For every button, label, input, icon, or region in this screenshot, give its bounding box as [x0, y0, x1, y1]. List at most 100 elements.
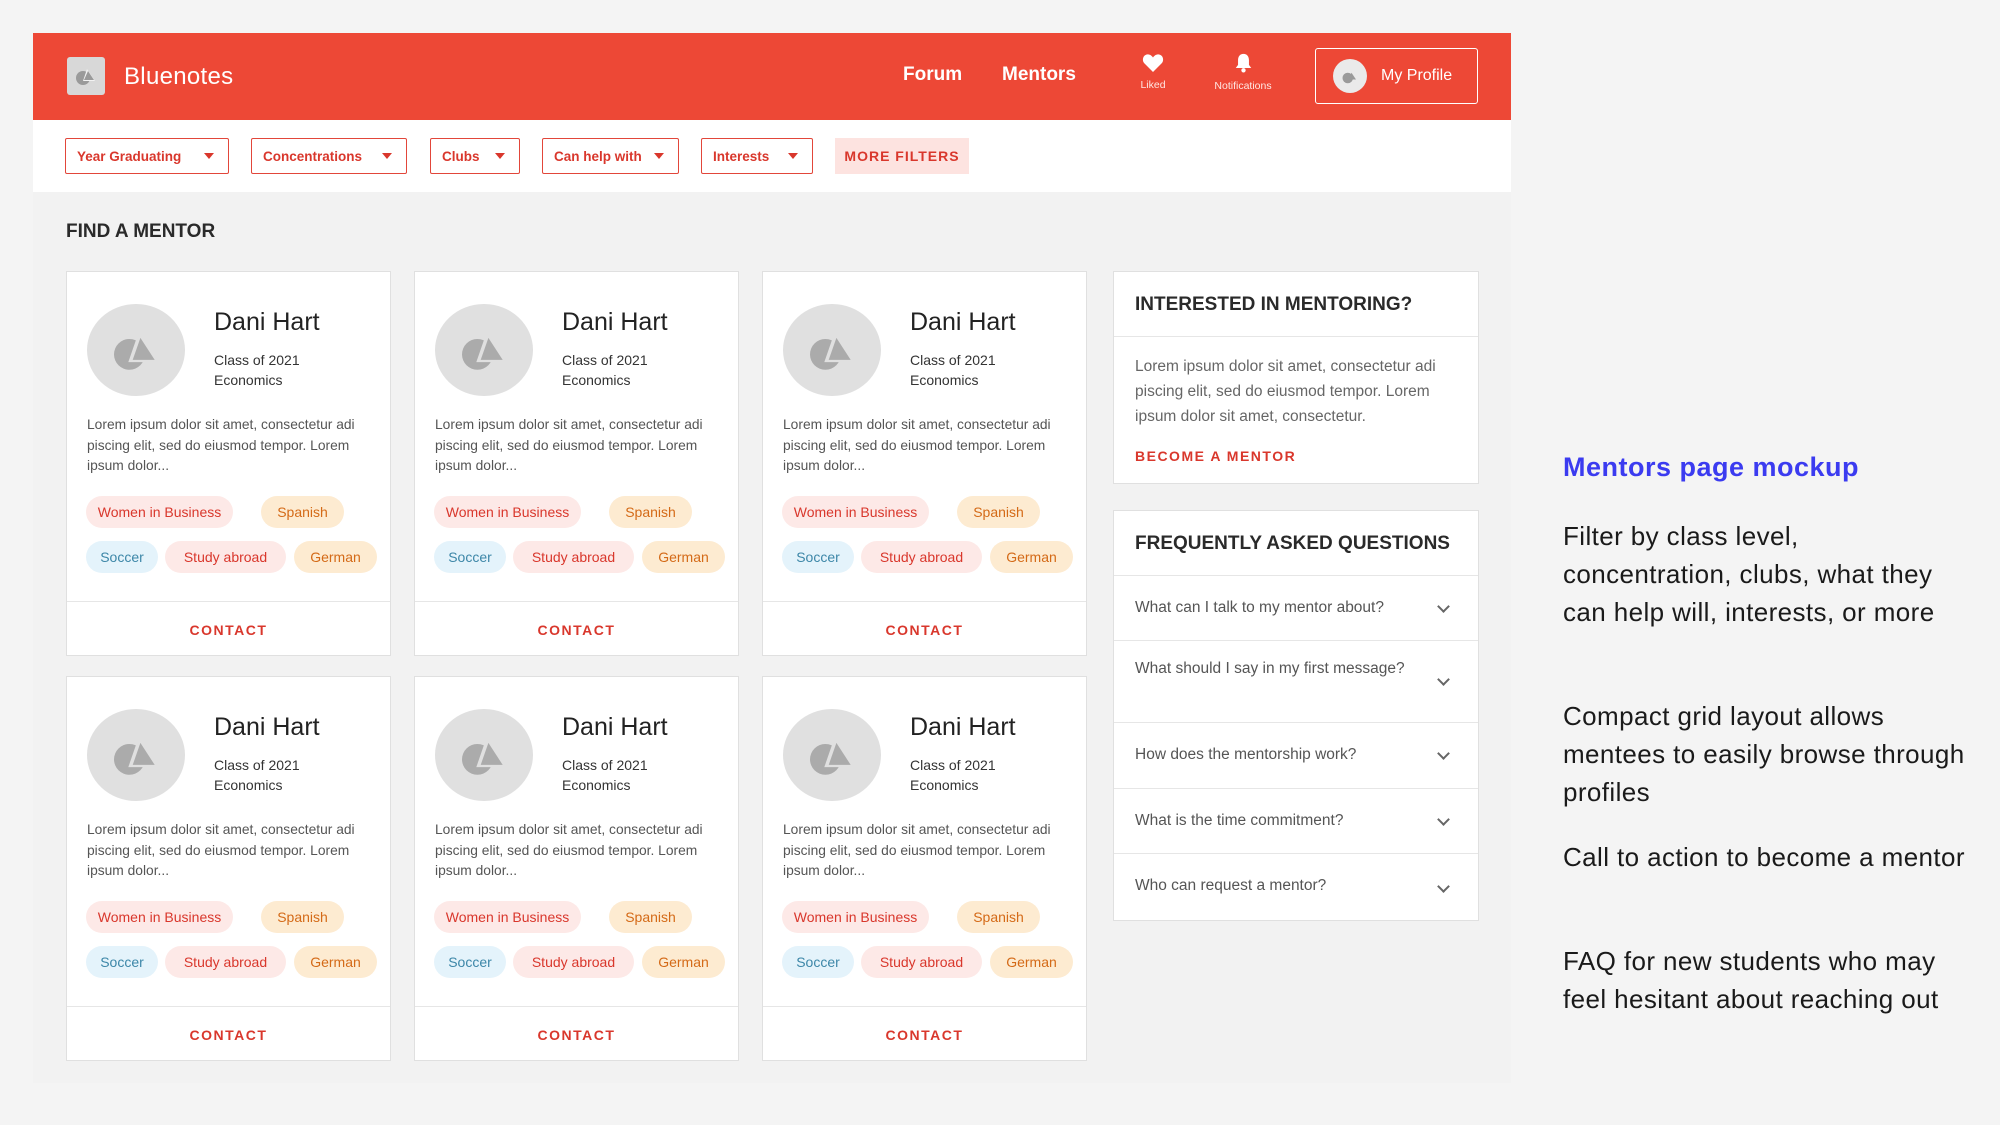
- interest-tag[interactable]: German: [990, 541, 1073, 573]
- filter-year-label: Year Graduating: [77, 148, 182, 164]
- caret-down-icon: [654, 153, 664, 159]
- faq-item[interactable]: What should I say in my first message?: [1114, 640, 1478, 722]
- profile-placeholder-icon: [462, 738, 505, 775]
- nav-liked[interactable]: Liked: [1118, 53, 1188, 91]
- interest-tag[interactable]: Study abroad: [165, 541, 286, 573]
- interest-tag[interactable]: Spanish: [261, 901, 344, 933]
- avatar-placeholder-icon: [1342, 72, 1356, 83]
- interest-tag[interactable]: Spanish: [957, 901, 1040, 933]
- profile-placeholder-icon: [810, 738, 853, 775]
- filter-can-help-with[interactable]: Can help with: [542, 138, 679, 174]
- annotation-title: Mentors page mockup: [1563, 452, 1860, 482]
- mentor-card[interactable]: Dani Hart Class of 2021 Economics Lorem ips…: [66, 271, 391, 656]
- mentor-class-year: Class of 2021: [910, 757, 996, 773]
- contact-button[interactable]: CONTACT: [67, 602, 390, 657]
- faq-question: How does the mentorship work?: [1135, 746, 1357, 763]
- mentor-name: Dani Hart: [214, 308, 320, 336]
- interest-tag[interactable]: German: [294, 541, 377, 573]
- faq-item[interactable]: What can I talk to my mentor about?: [1114, 575, 1478, 640]
- mentor-card[interactable]: Dani Hart Class of 2021 Economics Lorem ips…: [66, 676, 391, 1061]
- filter-interests[interactable]: Interests: [701, 138, 813, 174]
- interest-tag[interactable]: German: [294, 946, 377, 978]
- filter-interests-label: Interests: [713, 148, 770, 164]
- interest-tag[interactable]: Soccer: [434, 541, 506, 573]
- mentoring-panel-title: INTERESTED IN MENTORING?: [1135, 294, 1413, 315]
- contact-button[interactable]: CONTACT: [763, 602, 1086, 657]
- interest-tag[interactable]: Study abroad: [165, 946, 286, 978]
- interest-tag[interactable]: Soccer: [782, 946, 854, 978]
- faq-item[interactable]: How does the mentorship work?: [1114, 722, 1478, 788]
- filter-year-graduating[interactable]: Year Graduating: [65, 138, 229, 174]
- mentor-card[interactable]: Dani Hart Class of 2021 Economics Lorem ips…: [414, 676, 739, 1061]
- nav-liked-label: Liked: [1140, 79, 1166, 91]
- filter-help-label: Can help with: [554, 148, 642, 164]
- chevron-down-icon: [1437, 673, 1450, 686]
- interest-tag[interactable]: Study abroad: [513, 541, 634, 573]
- chevron-down-icon: [1437, 747, 1450, 760]
- mentor-bio: Lorem ipsum dolor sit amet, consectetur …: [87, 822, 355, 878]
- interest-tag[interactable]: Spanish: [609, 901, 692, 933]
- interest-tag[interactable]: Women in Business: [782, 496, 929, 528]
- more-filters-button[interactable]: MORE FILTERS: [835, 138, 969, 174]
- nav-notifications-label: Notifications: [1214, 80, 1272, 92]
- interest-tag[interactable]: Spanish: [957, 496, 1040, 528]
- interest-tag[interactable]: Soccer: [86, 946, 158, 978]
- filter-bar: Year Graduating Concentrations Clubs Can…: [33, 120, 1511, 192]
- contact-button[interactable]: CONTACT: [415, 602, 738, 657]
- my-profile-button[interactable]: My Profile: [1315, 48, 1478, 104]
- nav-notifications[interactable]: Notifications: [1208, 53, 1278, 92]
- contact-button[interactable]: CONTACT: [415, 1007, 738, 1062]
- avatar: [783, 304, 881, 396]
- filter-concentrations[interactable]: Concentrations: [251, 138, 407, 174]
- interest-tag[interactable]: German: [990, 946, 1073, 978]
- interest-tag[interactable]: Study abroad: [513, 946, 634, 978]
- page-title: FIND A MENTOR: [66, 221, 216, 242]
- mentor-bio: Lorem ipsum dolor sit amet, consectetur …: [783, 822, 1051, 878]
- interest-tag[interactable]: Women in Business: [86, 496, 233, 528]
- logo[interactable]: [67, 57, 105, 95]
- interest-tag[interactable]: Soccer: [86, 541, 158, 573]
- annotation-note: Call to action to become a mentor: [1563, 842, 1965, 872]
- interest-tag[interactable]: Spanish: [609, 496, 692, 528]
- interest-tag[interactable]: German: [642, 946, 725, 978]
- mentor-meta: Class of 2021 Economics: [562, 350, 648, 390]
- faq-item[interactable]: What is the time commitment?: [1114, 788, 1478, 853]
- faq-question: Who can request a mentor?: [1135, 877, 1327, 894]
- mentor-bio: Lorem ipsum dolor sit amet, consectetur …: [87, 417, 355, 473]
- mentor-class-year: Class of 2021: [214, 352, 300, 368]
- interest-tag[interactable]: Study abroad: [861, 541, 982, 573]
- avatar: [435, 709, 533, 801]
- interest-tag[interactable]: Women in Business: [434, 496, 581, 528]
- filter-clubs-label: Clubs: [442, 148, 480, 164]
- faq-item[interactable]: Who can request a mentor?: [1114, 853, 1478, 922]
- contact-button[interactable]: CONTACT: [67, 1007, 390, 1062]
- mentor-class-year: Class of 2021: [562, 757, 648, 773]
- nav-forum[interactable]: Forum: [903, 64, 962, 86]
- mentor-card[interactable]: Dani Hart Class of 2021 Economics Lorem ips…: [762, 676, 1087, 1061]
- mentor-name: Dani Hart: [910, 308, 1016, 336]
- my-profile-label: My Profile: [1381, 67, 1453, 84]
- become-a-mentor-link[interactable]: BECOME A MENTOR: [1135, 448, 1296, 464]
- interest-tag[interactable]: Soccer: [782, 541, 854, 573]
- nav-mentors[interactable]: Mentors: [1002, 64, 1076, 86]
- divider: [1114, 336, 1478, 337]
- interest-tag[interactable]: Study abroad: [861, 946, 982, 978]
- mentor-card[interactable]: Dani Hart Class of 2021 Economics Lorem ips…: [414, 271, 739, 656]
- interest-tag[interactable]: Soccer: [434, 946, 506, 978]
- interest-tag[interactable]: Women in Business: [86, 901, 233, 933]
- interest-tag[interactable]: German: [642, 541, 725, 573]
- mentor-class-year: Class of 2021: [214, 757, 300, 773]
- interest-tag[interactable]: Spanish: [261, 496, 344, 528]
- filter-clubs[interactable]: Clubs: [430, 138, 520, 174]
- avatar: [783, 709, 881, 801]
- interest-tag[interactable]: Women in Business: [782, 901, 929, 933]
- interest-tag[interactable]: Women in Business: [434, 901, 581, 933]
- mockup-canvas: Bluenotes Forum Mentors Liked Notificati…: [33, 33, 1511, 1083]
- contact-button[interactable]: CONTACT: [763, 1007, 1086, 1062]
- caret-down-icon: [382, 153, 392, 159]
- brand-name[interactable]: Bluenotes: [124, 63, 233, 91]
- mentor-name: Dani Hart: [214, 713, 320, 741]
- mentor-card[interactable]: Dani Hart Class of 2021 Economics Lorem ips…: [762, 271, 1087, 656]
- heart-icon: [1142, 54, 1164, 72]
- mentor-concentration: Economics: [214, 777, 283, 793]
